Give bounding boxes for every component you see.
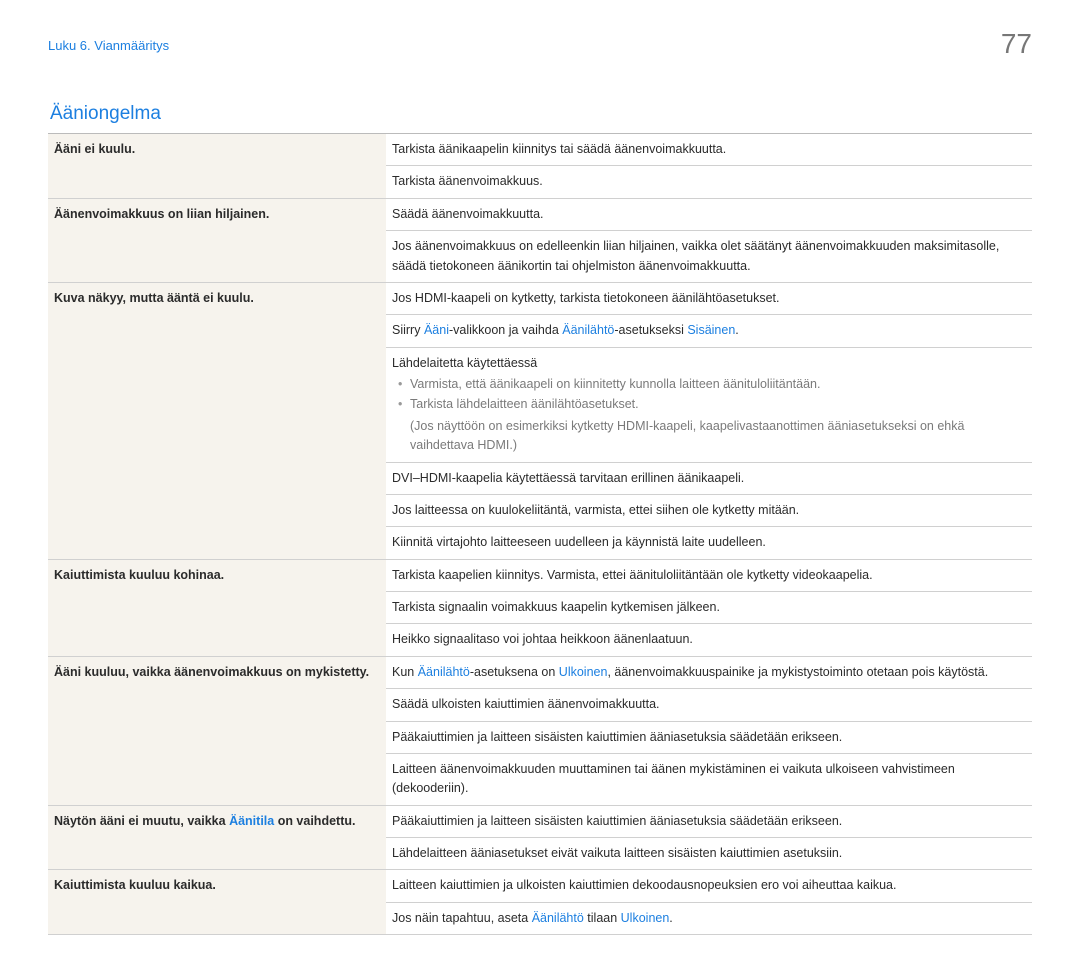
issue-cell: Kuva näkyy, mutta ääntä ei kuulu. xyxy=(48,282,386,559)
menu-ref: Äänilähtö xyxy=(532,911,584,925)
solution-cell: Tarkista kaapelien kiinnitys. Varmista, … xyxy=(386,559,1032,591)
page-number: 77 xyxy=(1001,28,1032,60)
issue-cell: Ääni ei kuulu. xyxy=(48,134,386,199)
text-fragment: . xyxy=(669,911,672,925)
text-fragment: , äänenvoimakkuuspainike ja mykistystoim… xyxy=(607,665,988,679)
table-row: Ääni kuuluu, vaikka äänenvoimakkuus on m… xyxy=(48,656,1032,688)
paren-note: (Jos näyttöön on esimerkiksi kytketty HD… xyxy=(392,417,1026,456)
text-fragment: -valikkoon ja vaihda xyxy=(449,323,562,337)
solution-cell: DVI–HDMI-kaapelia käytettäessä tarvitaan… xyxy=(386,462,1032,494)
text-fragment: -asetukseksi xyxy=(614,323,687,337)
table-row: Äänenvoimakkuus on liian hiljainen. Sääd… xyxy=(48,198,1032,230)
text-fragment: Näytön ääni ei muutu, vaikka xyxy=(54,814,229,828)
menu-ref: Äänilähtö xyxy=(418,665,470,679)
table-row: Kaiuttimista kuuluu kaikua. Laitteen kai… xyxy=(48,870,1032,902)
solution-cell: Tarkista äänenvoimakkuus. xyxy=(386,166,1032,198)
issue-cell: Kaiuttimista kuuluu kaikua. xyxy=(48,870,386,935)
solution-cell: Laitteen äänenvoimakkuuden muuttaminen t… xyxy=(386,753,1032,805)
list-item: Tarkista lähdelaitteen äänilähtöasetukse… xyxy=(398,395,1026,414)
text-fragment: Kun xyxy=(392,665,418,679)
issue-cell: Äänenvoimakkuus on liian hiljainen. xyxy=(48,198,386,282)
menu-ref: Ulkoinen xyxy=(559,665,608,679)
solution-cell: Säädä ulkoisten kaiuttimien äänenvoimakk… xyxy=(386,689,1032,721)
table-row: Kuva näkyy, mutta ääntä ei kuulu. Jos HD… xyxy=(48,282,1032,314)
solution-cell: Jos HDMI-kaapeli on kytketty, tarkista t… xyxy=(386,282,1032,314)
text-fragment: on vaihdettu. xyxy=(274,814,355,828)
sub-heading: Lähdelaitetta käytettäessä xyxy=(392,354,1026,373)
bullet-list: Varmista, että äänikaapeli on kiinnitett… xyxy=(392,375,1026,415)
solution-cell: Jos laitteessa on kuulokeliitäntä, varmi… xyxy=(386,494,1032,526)
solution-cell: Jos äänenvoimakkuus on edelleenkin liian… xyxy=(386,231,1032,283)
solution-cell: Siirry Ääni-valikkoon ja vaihda Ääniläht… xyxy=(386,315,1032,347)
text-fragment: . xyxy=(735,323,738,337)
solution-cell: Tarkista äänikaapelin kiinnitys tai sääd… xyxy=(386,134,1032,166)
solution-cell: Kiinnitä virtajohto laitteeseen uudellee… xyxy=(386,527,1032,559)
solution-cell: Laitteen kaiuttimien ja ulkoisten kaiutt… xyxy=(386,870,1032,902)
solution-cell: Kun Äänilähtö-asetuksena on Ulkoinen, ää… xyxy=(386,656,1032,688)
solution-cell: Tarkista signaalin voimakkuus kaapelin k… xyxy=(386,592,1032,624)
solution-cell: Heikko signaalitaso voi johtaa heikkoon … xyxy=(386,624,1032,656)
section-title: Ääniongelma xyxy=(48,103,1032,125)
issue-cell: Kaiuttimista kuuluu kohinaa. xyxy=(48,559,386,656)
page: 77 Luku 6. Vianmääritys Ääniongelma Ääni… xyxy=(0,0,1080,965)
solution-cell: Lähdelaitetta käytettäessä Varmista, ett… xyxy=(386,347,1032,462)
text-fragment: Siirry xyxy=(392,323,424,337)
solution-cell: Pääkaiuttimien ja laitteen sisäisten kai… xyxy=(386,721,1032,753)
menu-ref: Ulkoinen xyxy=(621,911,670,925)
table-row: Ääni ei kuulu. Tarkista äänikaapelin kii… xyxy=(48,134,1032,166)
solution-cell: Säädä äänenvoimakkuutta. xyxy=(386,198,1032,230)
table-row: Kaiuttimista kuuluu kohinaa. Tarkista ka… xyxy=(48,559,1032,591)
text-fragment: -asetuksena on xyxy=(470,665,559,679)
solution-cell: Lähdelaitteen ääniasetukset eivät vaikut… xyxy=(386,838,1032,870)
text-fragment: Jos näin tapahtuu, aseta xyxy=(392,911,532,925)
troubleshoot-table: Ääni ei kuulu. Tarkista äänikaapelin kii… xyxy=(48,133,1032,935)
issue-cell: Ääni kuuluu, vaikka äänenvoimakkuus on m… xyxy=(48,656,386,805)
menu-ref: Äänitila xyxy=(229,814,274,828)
solution-cell: Jos näin tapahtuu, aseta Äänilähtö tilaa… xyxy=(386,902,1032,934)
menu-ref: Ääni xyxy=(424,323,449,337)
solution-cell: Pääkaiuttimien ja laitteen sisäisten kai… xyxy=(386,805,1032,837)
breadcrumb: Luku 6. Vianmääritys xyxy=(48,38,1032,53)
menu-ref: Äänilähtö xyxy=(562,323,614,337)
table-row: Näytön ääni ei muutu, vaikka Äänitila on… xyxy=(48,805,1032,837)
list-item: Varmista, että äänikaapeli on kiinnitett… xyxy=(398,375,1026,394)
issue-cell: Näytön ääni ei muutu, vaikka Äänitila on… xyxy=(48,805,386,870)
menu-ref: Sisäinen xyxy=(687,323,735,337)
text-fragment: tilaan xyxy=(584,911,621,925)
